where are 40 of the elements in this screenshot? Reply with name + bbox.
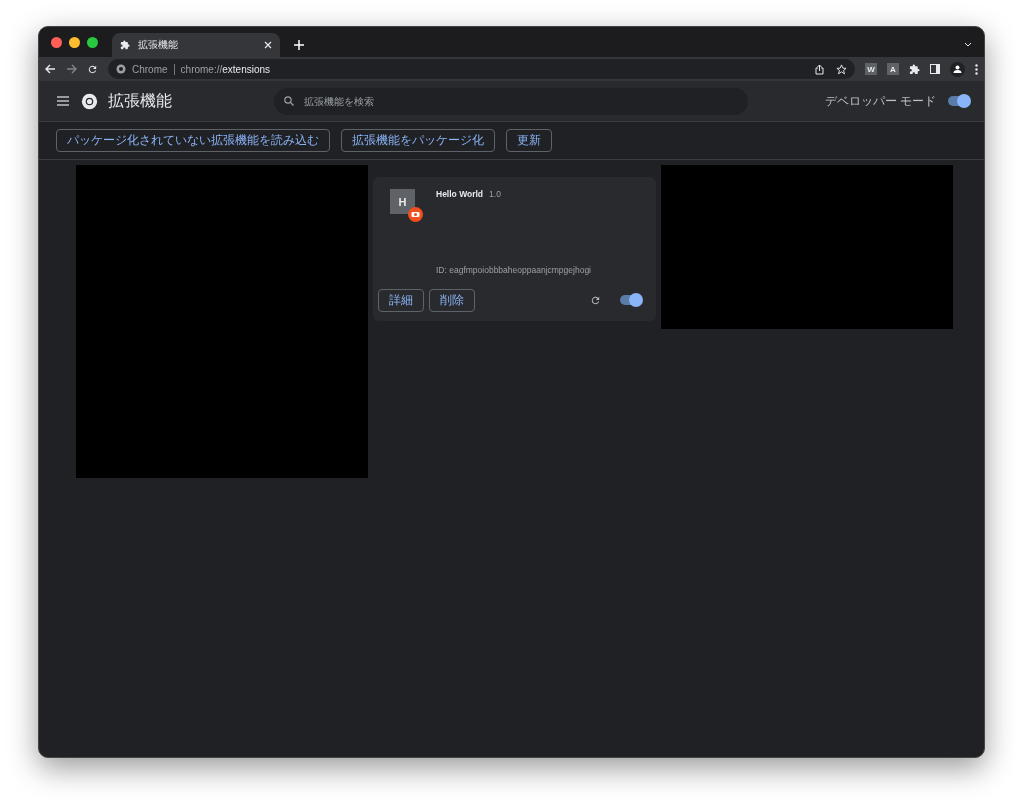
side-panel-icon[interactable] <box>930 64 940 74</box>
search-field[interactable]: 拡張機能を検索 <box>274 87 748 115</box>
extension-toggle[interactable] <box>620 295 642 305</box>
chrome-logo-icon <box>116 64 126 74</box>
zoom-window-icon[interactable] <box>87 36 98 48</box>
action-button[interactable]: 更新 <box>506 129 552 152</box>
search-icon <box>284 95 294 106</box>
minimize-window-icon[interactable] <box>69 36 80 48</box>
plus-icon[interactable] <box>294 40 304 50</box>
extension-icon[interactable]: A <box>887 63 899 75</box>
close-window-icon[interactable] <box>51 36 62 48</box>
puzzle-icon <box>120 40 130 50</box>
extension-name: Hello World 1.0 <box>436 189 502 199</box>
address-bar[interactable]: Chrome chrome://extensions <box>108 59 855 79</box>
action-button[interactable]: パッケージ化されていない拡張機能を読み込む <box>56 129 330 152</box>
browser-tab[interactable]: 拡張機能 <box>112 33 280 57</box>
share-icon[interactable] <box>815 63 824 75</box>
reload-icon[interactable] <box>590 294 601 306</box>
page-title: 拡張機能 <box>108 90 173 111</box>
card-button[interactable]: 詳細 <box>378 288 424 312</box>
site-label: Chrome <box>132 63 168 75</box>
star-icon[interactable] <box>836 63 847 75</box>
more-icon[interactable] <box>975 63 978 75</box>
action-button[interactable]: 拡張機能をパッケージ化 <box>341 129 495 152</box>
extension-icon[interactable]: W <box>865 63 877 75</box>
reload-icon[interactable] <box>87 63 98 75</box>
developer-mode-toggle[interactable] <box>948 96 970 106</box>
forward-arrow-icon[interactable] <box>66 64 77 74</box>
chevron-down-icon[interactable] <box>964 42 972 47</box>
puzzle-icon[interactable] <box>909 63 920 75</box>
extension-id: ID: eagfmpoiobbbaheoppaanjcmpgejhogi <box>436 265 591 275</box>
developer-mode-label: デベロッパー モード <box>824 92 936 110</box>
chrome-logo-icon <box>81 92 98 110</box>
card-button[interactable]: 削除 <box>429 288 475 312</box>
record-badge-icon <box>408 207 423 222</box>
close-icon[interactable] <box>264 41 272 49</box>
url-text: chrome://extensions <box>180 63 271 75</box>
menu-icon[interactable] <box>57 96 69 106</box>
back-arrow-icon[interactable] <box>45 64 56 74</box>
profile-icon[interactable] <box>950 61 965 77</box>
